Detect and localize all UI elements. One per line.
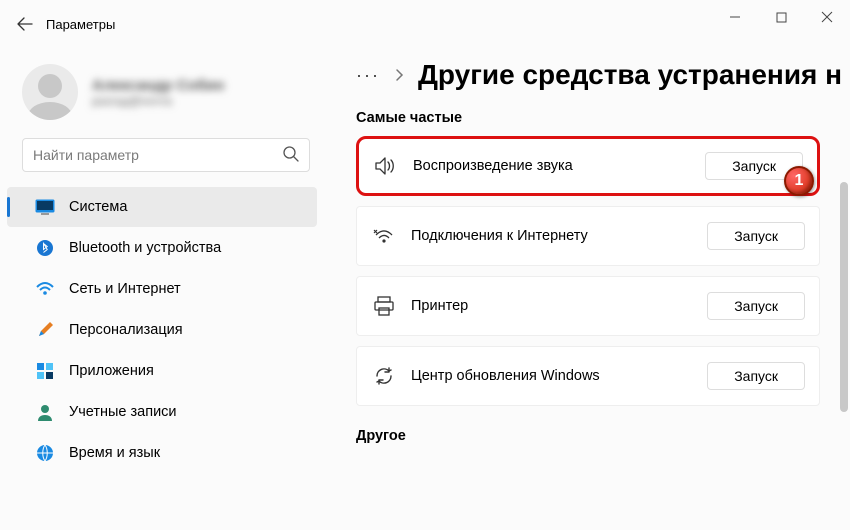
chevron-right-icon xyxy=(394,68,404,82)
profile-email: разгад@почта xyxy=(92,94,224,108)
content-area: Александр Собин разгад@почта Система Blu… xyxy=(0,48,850,530)
refresh-icon xyxy=(373,365,395,387)
maximize-icon xyxy=(776,12,787,23)
section-frequent-label: Самые частые xyxy=(356,110,850,126)
brush-icon xyxy=(35,320,55,340)
sidebar-item-label: Система xyxy=(69,199,127,215)
sidebar-item-bluetooth[interactable]: Bluetooth и устройства xyxy=(7,228,317,268)
scrollbar[interactable] xyxy=(840,182,848,520)
scrollbar-thumb[interactable] xyxy=(840,182,848,412)
close-button[interactable] xyxy=(804,0,850,34)
wifi-icon xyxy=(35,279,55,299)
window-title: Параметры xyxy=(46,17,115,32)
close-icon xyxy=(821,11,833,23)
search-box xyxy=(22,138,310,172)
apps-icon xyxy=(35,361,55,381)
page-title: Другие средства устранения н xyxy=(418,59,842,91)
sidebar: Александр Собин разгад@почта Система Blu… xyxy=(0,48,328,530)
troubleshooter-label: Подключения к Интернету xyxy=(411,228,691,244)
sidebar-item-label: Приложения xyxy=(69,363,154,379)
sidebar-item-label: Bluetooth и устройства xyxy=(69,240,221,256)
troubleshooter-windows-update[interactable]: Центр обновления Windows Запуск xyxy=(356,346,820,406)
back-button[interactable] xyxy=(8,7,42,41)
maximize-button[interactable] xyxy=(758,0,804,34)
avatar xyxy=(22,64,78,120)
search-input[interactable] xyxy=(22,138,310,172)
sidebar-item-personalization[interactable]: Персонализация xyxy=(7,310,317,350)
troubleshooter-internet[interactable]: Подключения к Интернету Запуск xyxy=(356,206,820,266)
person-icon xyxy=(35,402,55,422)
run-button[interactable]: Запуск xyxy=(707,292,805,320)
sidebar-item-system[interactable]: Система xyxy=(7,187,317,227)
sidebar-item-label: Персонализация xyxy=(69,322,183,338)
run-button[interactable]: Запуск xyxy=(707,222,805,250)
search-icon xyxy=(282,145,300,163)
profile-text: Александр Собин разгад@почта xyxy=(92,77,224,108)
troubleshooter-list: Воспроизведение звука Запуск Подключения… xyxy=(356,136,850,406)
titlebar: Параметры xyxy=(0,0,850,48)
breadcrumb: ··· Другие средства устранения н xyxy=(356,54,850,96)
printer-icon xyxy=(373,295,395,317)
sidebar-item-network[interactable]: Сеть и Интернет xyxy=(7,269,317,309)
netwifi-icon xyxy=(373,225,395,247)
breadcrumb-more[interactable]: ··· xyxy=(356,65,380,86)
sidebar-nav: Система Bluetooth и устройства Сеть и Ин… xyxy=(0,186,328,530)
troubleshooter-label: Принтер xyxy=(411,298,691,314)
sidebar-item-accounts[interactable]: Учетные записи xyxy=(7,392,317,432)
profile-name: Александр Собин xyxy=(92,77,224,94)
sidebar-item-apps[interactable]: Приложения xyxy=(7,351,317,391)
arrow-left-icon xyxy=(17,16,33,32)
monitor-icon xyxy=(35,197,55,217)
sidebar-item-label: Сеть и Интернет xyxy=(69,281,181,297)
sound-icon xyxy=(375,155,397,177)
section-other-label: Другое xyxy=(356,428,850,444)
troubleshooter-label: Воспроизведение звука xyxy=(413,158,689,174)
annotation-badge: 1 xyxy=(784,166,814,196)
run-button[interactable]: Запуск xyxy=(707,362,805,390)
bluetooth-icon xyxy=(35,238,55,258)
troubleshooter-audio[interactable]: Воспроизведение звука Запуск xyxy=(356,136,820,196)
main-panel: ··· Другие средства устранения н Самые ч… xyxy=(328,48,850,530)
sidebar-item-time-language[interactable]: Время и язык xyxy=(7,433,317,473)
minimize-icon xyxy=(729,11,741,23)
window-controls xyxy=(712,0,850,34)
globe-icon xyxy=(35,443,55,463)
troubleshooter-printer[interactable]: Принтер Запуск xyxy=(356,276,820,336)
settings-window: Параметры Александр Собин разгад@почта xyxy=(0,0,850,530)
minimize-button[interactable] xyxy=(712,0,758,34)
sidebar-item-label: Учетные записи xyxy=(69,404,177,420)
sidebar-item-label: Время и язык xyxy=(69,445,160,461)
troubleshooter-label: Центр обновления Windows xyxy=(411,368,691,384)
profile-block[interactable]: Александр Собин разгад@почта xyxy=(0,56,328,134)
